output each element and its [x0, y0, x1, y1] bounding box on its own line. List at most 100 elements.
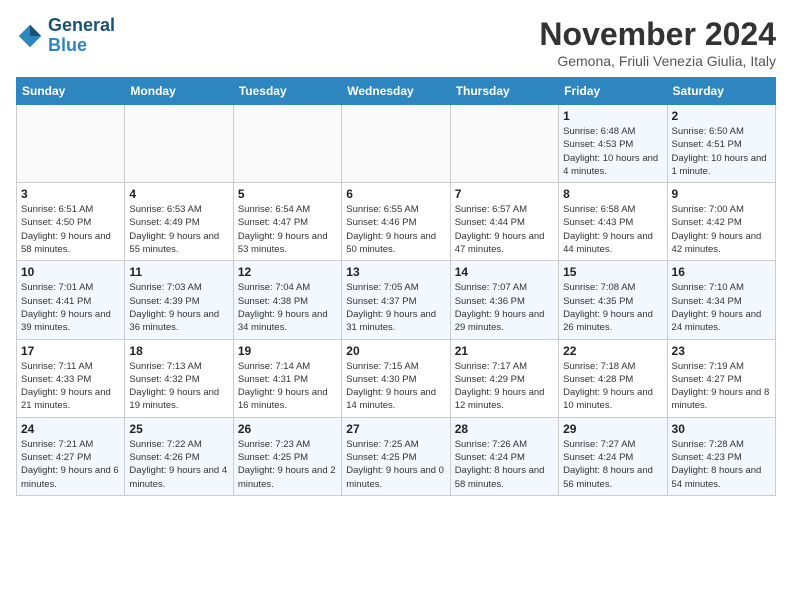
day-detail: Sunrise: 7:13 AM Sunset: 4:32 PM Dayligh… [129, 360, 228, 413]
day-number: 3 [21, 187, 120, 201]
day-detail: Sunrise: 7:19 AM Sunset: 4:27 PM Dayligh… [672, 360, 771, 413]
day-number: 15 [563, 265, 662, 279]
day-detail: Sunrise: 6:48 AM Sunset: 4:53 PM Dayligh… [563, 125, 662, 178]
day-detail: Sunrise: 7:04 AM Sunset: 4:38 PM Dayligh… [238, 281, 337, 334]
calendar-subtitle: Gemona, Friuli Venezia Giulia, Italy [539, 53, 776, 69]
day-number: 9 [672, 187, 771, 201]
day-number: 12 [238, 265, 337, 279]
day-number: 2 [672, 109, 771, 123]
day-number: 30 [672, 422, 771, 436]
week-row-4: 24Sunrise: 7:21 AM Sunset: 4:27 PM Dayli… [17, 417, 776, 495]
day-cell: 26 Sunrise: 7:23 AM Sunset: 4:25 PM Dayli… [233, 417, 341, 495]
day-number: 6 [346, 187, 445, 201]
day-cell: 23 Sunrise: 7:19 AM Sunset: 4:27 PM Dayli… [667, 339, 775, 417]
day-detail: Sunrise: 6:53 AM Sunset: 4:49 PM Dayligh… [129, 203, 228, 256]
day-number: 25 [129, 422, 228, 436]
day-number: 20 [346, 344, 445, 358]
calendar-title: November 2024 [539, 16, 776, 53]
day-detail: Sunrise: 6:54 AM Sunset: 4:47 PM Dayligh… [238, 203, 337, 256]
day-cell [342, 105, 450, 183]
day-cell: 18 Sunrise: 7:13 AM Sunset: 4:32 PM Dayli… [125, 339, 233, 417]
logo-line1: General [48, 16, 115, 36]
day-number: 13 [346, 265, 445, 279]
day-number: 7 [455, 187, 554, 201]
day-detail: Sunrise: 7:08 AM Sunset: 4:35 PM Dayligh… [563, 281, 662, 334]
day-detail: Sunrise: 7:22 AM Sunset: 4:26 PM Dayligh… [129, 438, 228, 491]
day-cell: 19Sunrise: 7:14 AM Sunset: 4:31 PM Dayli… [233, 339, 341, 417]
day-cell: 14 Sunrise: 7:07 AM Sunset: 4:36 PM Dayli… [450, 261, 558, 339]
day-detail: Sunrise: 7:25 AM Sunset: 4:25 PM Dayligh… [346, 438, 445, 491]
day-number: 8 [563, 187, 662, 201]
day-cell [125, 105, 233, 183]
day-number: 18 [129, 344, 228, 358]
day-cell: 21 Sunrise: 7:17 AM Sunset: 4:29 PM Dayli… [450, 339, 558, 417]
calendar-table: SundayMondayTuesdayWednesdayThursdayFrid… [16, 77, 776, 496]
day-detail: Sunrise: 7:18 AM Sunset: 4:28 PM Dayligh… [563, 360, 662, 413]
day-number: 19 [238, 344, 337, 358]
days-header-row: SundayMondayTuesdayWednesdayThursdayFrid… [17, 78, 776, 105]
day-cell: 3Sunrise: 6:51 AM Sunset: 4:50 PM Daylig… [17, 183, 125, 261]
day-number: 5 [238, 187, 337, 201]
day-number: 1 [563, 109, 662, 123]
day-detail: Sunrise: 7:01 AM Sunset: 4:41 PM Dayligh… [21, 281, 120, 334]
day-number: 14 [455, 265, 554, 279]
day-cell: 29Sunrise: 7:27 AM Sunset: 4:24 PM Dayli… [559, 417, 667, 495]
day-cell: 28Sunrise: 7:26 AM Sunset: 4:24 PM Dayli… [450, 417, 558, 495]
header: General Blue November 2024 Gemona, Friul… [16, 16, 776, 69]
day-number: 27 [346, 422, 445, 436]
day-cell [450, 105, 558, 183]
day-number: 21 [455, 344, 554, 358]
day-number: 4 [129, 187, 228, 201]
day-detail: Sunrise: 7:11 AM Sunset: 4:33 PM Dayligh… [21, 360, 120, 413]
logo-line2: Blue [48, 35, 87, 55]
day-number: 26 [238, 422, 337, 436]
day-detail: Sunrise: 7:07 AM Sunset: 4:36 PM Dayligh… [455, 281, 554, 334]
day-number: 28 [455, 422, 554, 436]
day-number: 22 [563, 344, 662, 358]
day-detail: Sunrise: 7:05 AM Sunset: 4:37 PM Dayligh… [346, 281, 445, 334]
week-row-2: 10 Sunrise: 7:01 AM Sunset: 4:41 PM Dayli… [17, 261, 776, 339]
day-cell: 1 Sunrise: 6:48 AM Sunset: 4:53 PM Daylig… [559, 105, 667, 183]
day-cell: 16 Sunrise: 7:10 AM Sunset: 4:34 PM Dayli… [667, 261, 775, 339]
day-cell: 9 Sunrise: 7:00 AM Sunset: 4:42 PM Daylig… [667, 183, 775, 261]
day-detail: Sunrise: 6:55 AM Sunset: 4:46 PM Dayligh… [346, 203, 445, 256]
day-cell: 30 Sunrise: 7:28 AM Sunset: 4:23 PM Dayli… [667, 417, 775, 495]
day-cell: 2Sunrise: 6:50 AM Sunset: 4:51 PM Daylig… [667, 105, 775, 183]
day-detail: Sunrise: 6:57 AM Sunset: 4:44 PM Dayligh… [455, 203, 554, 256]
day-number: 10 [21, 265, 120, 279]
day-cell: 17Sunrise: 7:11 AM Sunset: 4:33 PM Dayli… [17, 339, 125, 417]
day-cell: 22 Sunrise: 7:18 AM Sunset: 4:28 PM Dayli… [559, 339, 667, 417]
day-cell: 15 Sunrise: 7:08 AM Sunset: 4:35 PM Dayli… [559, 261, 667, 339]
day-number: 16 [672, 265, 771, 279]
day-cell: 20Sunrise: 7:15 AM Sunset: 4:30 PM Dayli… [342, 339, 450, 417]
day-detail: Sunrise: 7:10 AM Sunset: 4:34 PM Dayligh… [672, 281, 771, 334]
day-cell: 6 Sunrise: 6:55 AM Sunset: 4:46 PM Daylig… [342, 183, 450, 261]
day-cell: 13 Sunrise: 7:05 AM Sunset: 4:37 PM Dayli… [342, 261, 450, 339]
day-detail: Sunrise: 6:58 AM Sunset: 4:43 PM Dayligh… [563, 203, 662, 256]
week-row-3: 17Sunrise: 7:11 AM Sunset: 4:33 PM Dayli… [17, 339, 776, 417]
day-cell: 25 Sunrise: 7:22 AM Sunset: 4:26 PM Dayli… [125, 417, 233, 495]
week-row-0: 1 Sunrise: 6:48 AM Sunset: 4:53 PM Daylig… [17, 105, 776, 183]
day-header-thursday: Thursday [450, 78, 558, 105]
logo-icon [16, 22, 44, 50]
day-number: 24 [21, 422, 120, 436]
day-header-friday: Friday [559, 78, 667, 105]
day-number: 11 [129, 265, 228, 279]
day-header-sunday: Sunday [17, 78, 125, 105]
day-detail: Sunrise: 7:00 AM Sunset: 4:42 PM Dayligh… [672, 203, 771, 256]
day-cell [17, 105, 125, 183]
day-header-wednesday: Wednesday [342, 78, 450, 105]
day-cell: 5 Sunrise: 6:54 AM Sunset: 4:47 PM Daylig… [233, 183, 341, 261]
day-detail: Sunrise: 7:28 AM Sunset: 4:23 PM Dayligh… [672, 438, 771, 491]
logo-text: General Blue [48, 16, 115, 56]
day-number: 23 [672, 344, 771, 358]
week-row-1: 3Sunrise: 6:51 AM Sunset: 4:50 PM Daylig… [17, 183, 776, 261]
day-cell: 12 Sunrise: 7:04 AM Sunset: 4:38 PM Dayli… [233, 261, 341, 339]
day-detail: Sunrise: 7:17 AM Sunset: 4:29 PM Dayligh… [455, 360, 554, 413]
day-detail: Sunrise: 7:03 AM Sunset: 4:39 PM Dayligh… [129, 281, 228, 334]
day-header-tuesday: Tuesday [233, 78, 341, 105]
day-cell: 4 Sunrise: 6:53 AM Sunset: 4:49 PM Daylig… [125, 183, 233, 261]
day-detail: Sunrise: 7:23 AM Sunset: 4:25 PM Dayligh… [238, 438, 337, 491]
day-cell: 11 Sunrise: 7:03 AM Sunset: 4:39 PM Dayli… [125, 261, 233, 339]
day-cell: 10 Sunrise: 7:01 AM Sunset: 4:41 PM Dayli… [17, 261, 125, 339]
